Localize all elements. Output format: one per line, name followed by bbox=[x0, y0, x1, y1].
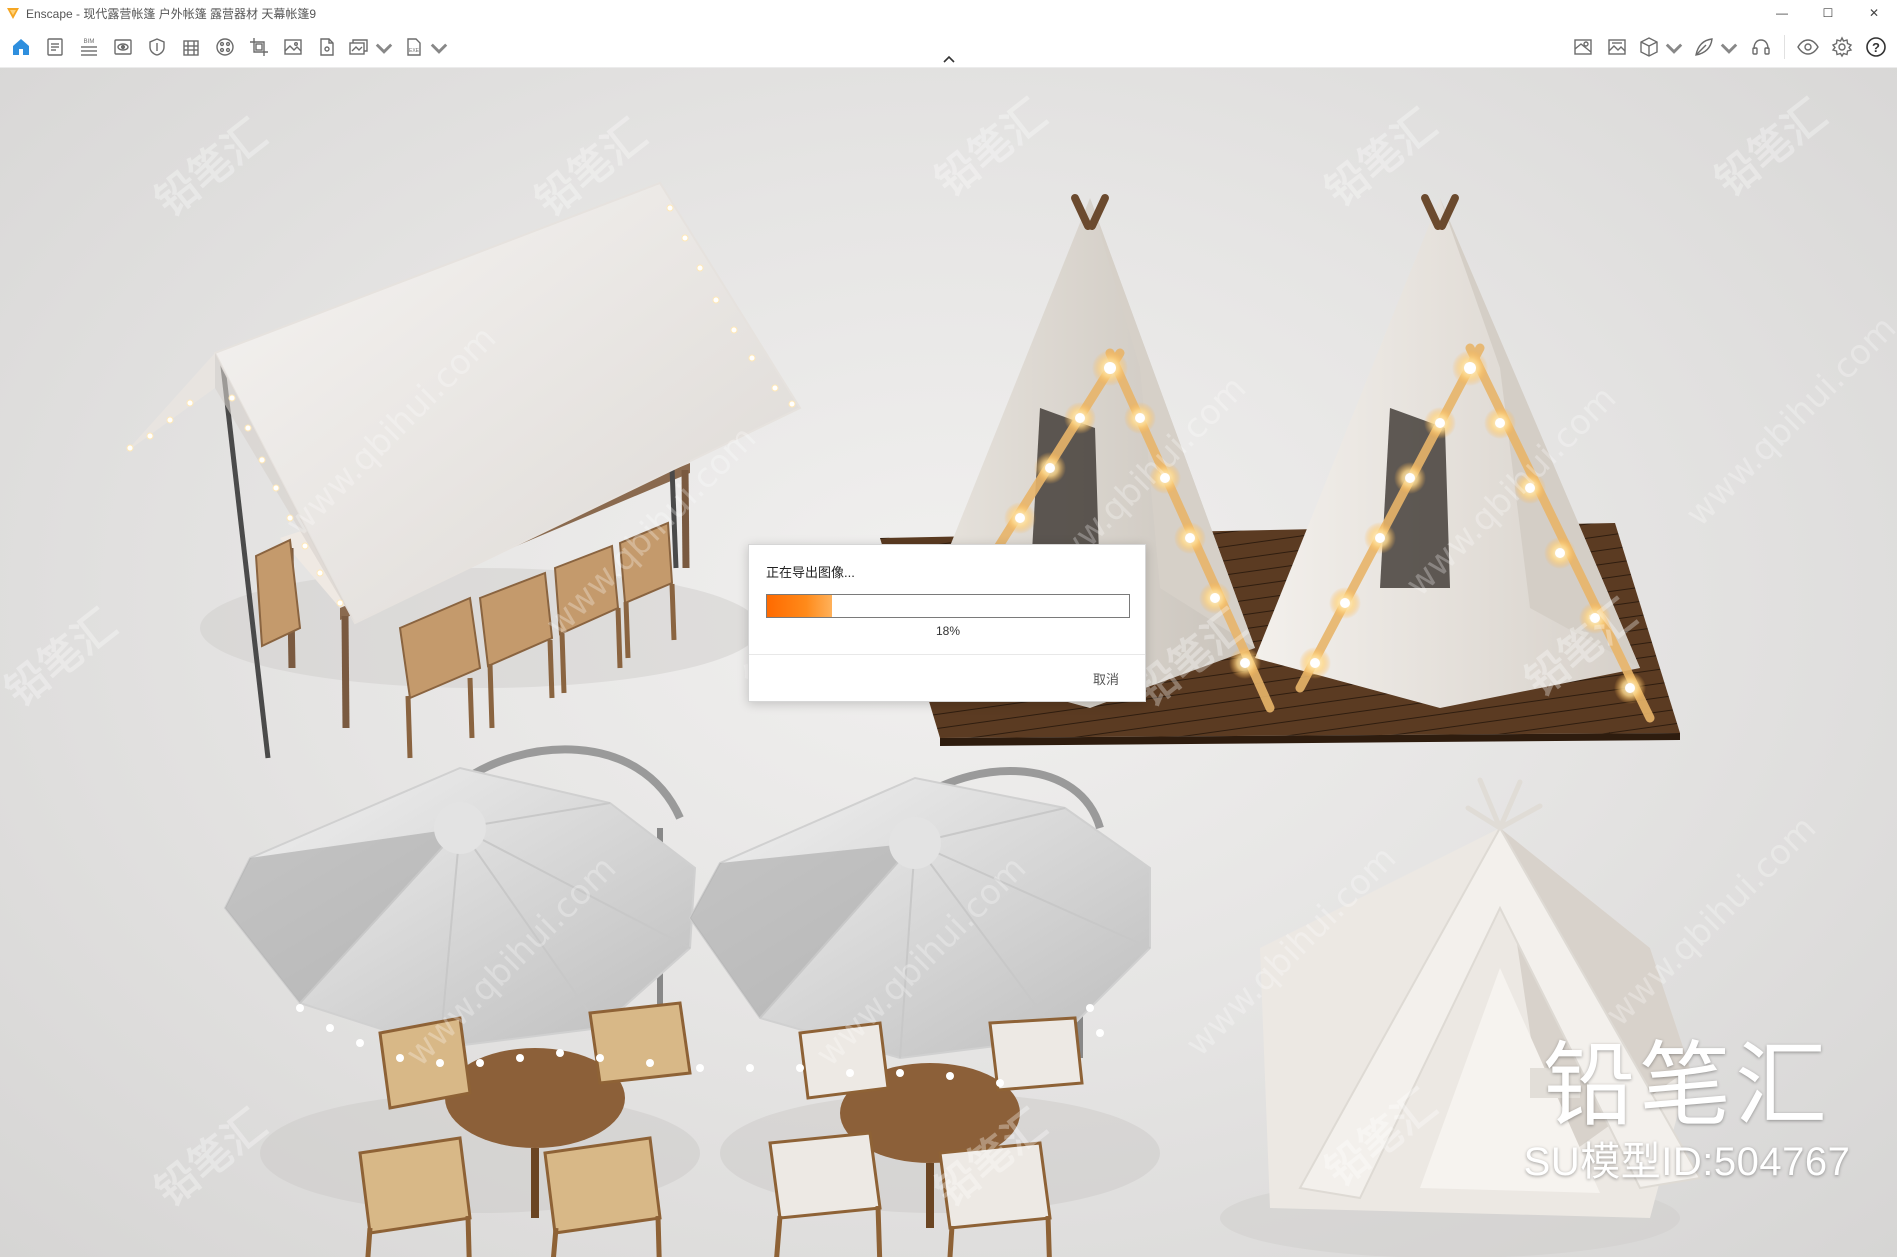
shield-button[interactable] bbox=[140, 30, 174, 64]
document-icon bbox=[47, 38, 63, 56]
building-icon bbox=[183, 40, 199, 56]
bell-tent bbox=[1220, 777, 1702, 1257]
headset-icon bbox=[1752, 39, 1770, 55]
file-button[interactable] bbox=[310, 30, 344, 64]
dialog-title: 正在导出图像... bbox=[766, 565, 855, 580]
progress-fill bbox=[767, 595, 833, 617]
batch-icon bbox=[349, 39, 368, 55]
settings-button[interactable] bbox=[1825, 30, 1859, 64]
image-button[interactable] bbox=[276, 30, 310, 64]
view-icon bbox=[114, 39, 132, 55]
model-id-text: SU模型ID:504767 bbox=[1523, 1140, 1851, 1184]
cube-icon bbox=[1640, 37, 1658, 57]
exe-export-button[interactable]: EXE bbox=[399, 30, 454, 64]
crop-icon bbox=[250, 38, 268, 56]
bim-label: BIM bbox=[84, 39, 95, 45]
enscape-logo-icon bbox=[7, 8, 19, 19]
export-progress-dialog: 正在导出图像... 18% 取消 bbox=[748, 544, 1146, 702]
canopy-dining-set bbox=[125, 181, 802, 759]
shield-icon bbox=[149, 38, 165, 56]
gear-icon bbox=[1831, 36, 1853, 58]
eye-icon bbox=[1797, 39, 1819, 55]
cube-button[interactable] bbox=[1634, 30, 1689, 64]
toolbar-right-group: ? bbox=[1566, 30, 1893, 64]
leaf-chevron-down-icon[interactable] bbox=[1717, 35, 1741, 59]
view-button[interactable] bbox=[106, 30, 140, 64]
cancel-button[interactable]: 取消 bbox=[1093, 669, 1119, 688]
leaf-icon bbox=[1695, 38, 1713, 56]
map-button[interactable] bbox=[1566, 30, 1600, 64]
maximize-button[interactable]: ☐ bbox=[1805, 0, 1851, 26]
window-title: Enscape - 现代露营帐篷 户外帐篷 露营器材 天幕帐篷9 bbox=[26, 6, 317, 21]
building-button[interactable] bbox=[174, 30, 208, 64]
home-button[interactable] bbox=[4, 30, 38, 64]
headset-button[interactable] bbox=[1744, 30, 1778, 64]
help-icon: ? bbox=[1866, 37, 1886, 57]
exe-label: EXE bbox=[409, 48, 420, 54]
leaf-button[interactable] bbox=[1689, 30, 1744, 64]
crop-button[interactable] bbox=[242, 30, 276, 64]
dialog-divider bbox=[749, 654, 1145, 655]
batch-chevron-down-icon[interactable] bbox=[372, 35, 396, 59]
cube-chevron-down-icon[interactable] bbox=[1662, 35, 1686, 59]
collapse-toolbar-chevron-up-icon[interactable] bbox=[939, 53, 959, 67]
palette-icon bbox=[216, 38, 234, 56]
bim-button[interactable]: BIM bbox=[72, 30, 106, 64]
batch-render-button[interactable] bbox=[344, 30, 399, 64]
progress-percent: 18% bbox=[935, 624, 961, 638]
brand-text: 铅笔汇 bbox=[1542, 1032, 1831, 1139]
palette-button[interactable] bbox=[208, 30, 242, 64]
document-button[interactable] bbox=[38, 30, 72, 64]
minimize-button[interactable]: — bbox=[1759, 0, 1805, 26]
window-controls: — ☐ ✕ bbox=[1759, 0, 1897, 26]
file-icon bbox=[320, 38, 334, 56]
toolbar-divider bbox=[1784, 35, 1785, 59]
visibility-button[interactable] bbox=[1791, 30, 1825, 64]
close-button[interactable]: ✕ bbox=[1851, 0, 1897, 26]
image-icon bbox=[284, 39, 302, 55]
umbrella-seating-left bbox=[223, 745, 700, 1257]
progress-bar bbox=[766, 594, 1130, 618]
help-label: ? bbox=[1872, 40, 1880, 55]
brand-watermark: 铅笔汇 SU模型ID:504767 bbox=[1522, 1032, 1852, 1185]
title-bar: Enscape - 现代露营帐篷 户外帐篷 露营器材 天幕帐篷9 — ☐ ✕ bbox=[0, 0, 1897, 26]
gallery-icon bbox=[1608, 39, 1626, 55]
toolbar-left-group: BIM EXE bbox=[4, 30, 454, 64]
home-icon bbox=[13, 39, 29, 55]
map-icon bbox=[1574, 39, 1592, 55]
gallery-button[interactable] bbox=[1600, 30, 1634, 64]
bim-icon: BIM bbox=[81, 39, 97, 56]
exe-chevron-down-icon[interactable] bbox=[427, 35, 451, 59]
help-button[interactable]: ? bbox=[1859, 30, 1893, 64]
exe-icon: EXE bbox=[407, 38, 421, 56]
